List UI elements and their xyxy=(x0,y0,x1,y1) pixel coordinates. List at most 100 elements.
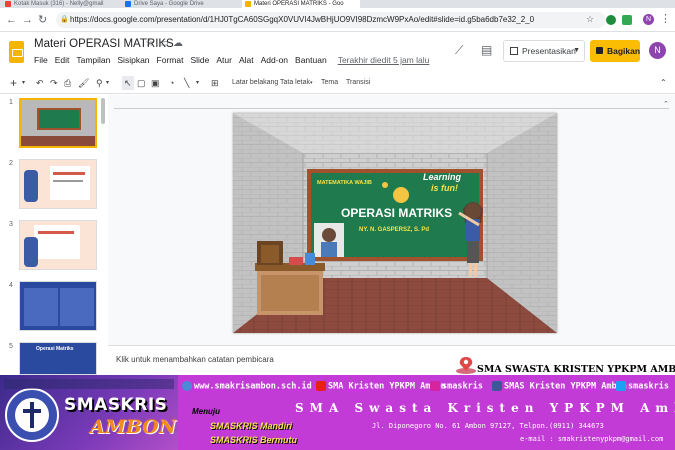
menu-tools[interactable]: Alat xyxy=(239,55,254,65)
chevron-down-icon[interactable]: ▾ xyxy=(196,76,199,90)
menu-insert[interactable]: Sisipkan xyxy=(117,55,149,65)
slide-thumbnail-3[interactable] xyxy=(19,220,97,270)
star-icon[interactable]: ☆ xyxy=(586,12,594,26)
text-box-icon[interactable]: ▢ xyxy=(137,76,146,90)
website-link[interactable]: www.smakrisambon.sch.id xyxy=(182,381,312,392)
cloud-saved-icon: ☁ xyxy=(173,38,183,49)
transition-button[interactable]: Transisi xyxy=(346,77,370,89)
reload-icon[interactable]: ↻ xyxy=(38,13,47,27)
last-edit-link[interactable]: Terakhir diedit 5 jam lalu xyxy=(338,55,430,65)
brand-name: SMASKRIS xyxy=(64,395,168,415)
lock-icon xyxy=(596,47,603,54)
thumbnail-title: Operasi Matriks xyxy=(36,346,74,352)
toolbar: + ▾ ↶ ↷ ⎙ 🖌 ⚲ ▾ ↖ ▢ ▣ ◔ ╲ ▾ ⊞ Latar bela… xyxy=(0,72,675,94)
twitter-link[interactable]: smaskris xyxy=(616,381,669,392)
menu-file[interactable]: File xyxy=(34,55,48,65)
share-button[interactable]: Bagikan xyxy=(590,40,640,62)
banner-left-panel: SMASKRIS AMBON xyxy=(0,375,178,450)
url-input[interactable]: 🔒 https://docs.google.com/presentation/d/… xyxy=(56,12,606,28)
activity-trend-icon[interactable]: ⟋ xyxy=(455,43,463,58)
slide-thumbnail-4[interactable] xyxy=(19,281,97,331)
account-avatar[interactable]: N xyxy=(649,42,666,59)
lock-icon: 🔒 xyxy=(60,16,69,23)
drive-icon xyxy=(125,1,131,7)
menu-arrange[interactable]: Atur xyxy=(216,55,232,65)
youtube-icon xyxy=(316,381,326,391)
slides-logo-icon[interactable] xyxy=(9,41,24,63)
image-icon[interactable]: ▣ xyxy=(151,76,160,90)
school-location-label: SMA SWASTA KRISTEN YPKPM AMBON xyxy=(477,364,675,375)
menu-bar: File Edit Tampilan Sisipkan Format Slide Atur A… xyxy=(34,55,436,67)
slide-number: 3 xyxy=(9,221,13,228)
school-email: e-mail : smakristenypkpm@gmail.com xyxy=(520,435,664,443)
back-icon[interactable]: ← xyxy=(6,13,17,27)
youtube-link[interactable]: SMA Kristen YPKPM Ambon xyxy=(316,381,446,392)
browser-tab-slides[interactable]: Materi OPERASI MATRIKS - Goo xyxy=(242,0,360,8)
zoom-icon[interactable]: ⚲ xyxy=(96,76,103,90)
chevron-down-icon[interactable]: ▼ xyxy=(573,41,580,61)
present-icon xyxy=(510,47,518,55)
menu-help[interactable]: Bantuan xyxy=(295,55,327,65)
browser-tab-drive[interactable]: Drive Saya - Google Drive xyxy=(122,0,240,8)
undo-icon[interactable]: ↶ xyxy=(36,76,44,90)
slide-number: 1 xyxy=(9,99,13,106)
board-title: OPERASI MATRIKS xyxy=(341,206,453,220)
menu-edit[interactable]: Edit xyxy=(55,55,70,65)
facebook-link[interactable]: SMAS Kristen YPKPM Ambon xyxy=(492,381,627,392)
redo-icon[interactable]: ↷ xyxy=(50,76,58,90)
classroom-illustration xyxy=(233,113,557,333)
filmstrip-scrollbar[interactable] xyxy=(101,98,105,124)
star-icon[interactable]: ☆ xyxy=(145,38,154,49)
menu-format[interactable]: Format xyxy=(157,55,184,65)
current-slide[interactable]: MATEMATIKA WAJIB OPERASI MATRIKS NY. N. … xyxy=(233,113,557,333)
slide-filmstrip: 1 2 3 4 5 Operasi Matriks xyxy=(0,95,108,375)
line-icon[interactable]: ╲ xyxy=(184,76,189,90)
slide-number: 4 xyxy=(9,282,13,289)
layout-button[interactable]: Tata letak xyxy=(280,77,310,89)
new-slide-icon[interactable]: + xyxy=(10,76,17,90)
gmail-icon xyxy=(5,1,11,7)
paint-format-icon[interactable]: 🖌 xyxy=(78,76,89,90)
present-button[interactable]: Presentasikan ▼ xyxy=(503,40,585,62)
slide-thumbnail-1[interactable] xyxy=(19,98,97,148)
select-cursor-icon[interactable]: ↖ xyxy=(122,76,134,90)
menu-addons[interactable]: Add-on xyxy=(261,55,288,65)
school-address: Jl. Diponegoro No. 61 Ambon 97127, Telpo… xyxy=(372,422,604,430)
motto-label: Menuju xyxy=(192,407,220,416)
twitter-icon xyxy=(616,381,626,391)
facebook-icon xyxy=(492,381,502,391)
move-folder-icon[interactable]: ▭ xyxy=(159,38,168,49)
extension-icon[interactable] xyxy=(622,15,632,25)
more-icon[interactable]: ⋮ xyxy=(660,12,671,26)
chevron-up-icon[interactable]: ⌃ xyxy=(663,100,669,108)
extension-icon[interactable] xyxy=(606,15,616,25)
comment-icon[interactable]: ▤ xyxy=(481,43,492,57)
print-icon[interactable]: ⎙ xyxy=(64,76,71,90)
share-label: Bagikan xyxy=(607,46,641,56)
collapse-icon[interactable]: ⌃ xyxy=(660,76,667,90)
background-button[interactable]: Latar belakang xyxy=(232,77,278,89)
slide-number: 5 xyxy=(9,343,13,350)
chevron-down-icon[interactable]: ▾ xyxy=(310,77,313,89)
slide-thumbnail-5[interactable]: Operasi Matriks xyxy=(19,342,97,375)
shape-icon[interactable]: ◔ xyxy=(169,76,174,90)
school-full-name: SMA Swasta Kristen YPKPM Ambon xyxy=(295,401,675,415)
chevron-down-icon[interactable]: ▾ xyxy=(106,76,109,90)
menu-slide[interactable]: Slide xyxy=(190,55,209,65)
board-author: NY. N. GASPERSZ, S. Pd xyxy=(359,227,430,233)
forward-icon[interactable]: → xyxy=(22,13,33,27)
taskbar-strip xyxy=(4,379,174,389)
profile-avatar[interactable]: N xyxy=(643,14,654,25)
url-text: https://docs.google.com/presentation/d/1… xyxy=(70,15,535,24)
motto-line-1: SMASKRIS Mandiri xyxy=(210,421,293,431)
theme-button[interactable]: Tema xyxy=(321,77,338,89)
menu-view[interactable]: Tampilan xyxy=(76,55,110,65)
map-pin-icon xyxy=(456,357,476,374)
slides-icon xyxy=(245,1,251,7)
chevron-down-icon[interactable]: ▾ xyxy=(22,76,25,90)
browser-tab-gmail[interactable]: Kotak Masuk (316) - Nelly@gmail xyxy=(2,0,120,8)
instagram-link[interactable]: smaskris xyxy=(430,381,483,392)
slide-thumbnail-2[interactable] xyxy=(19,159,97,209)
comment-add-icon[interactable]: ⊞ xyxy=(211,76,219,90)
speaker-notes-placeholder[interactable]: Klik untuk menambahkan catatan pembicara xyxy=(116,355,274,364)
